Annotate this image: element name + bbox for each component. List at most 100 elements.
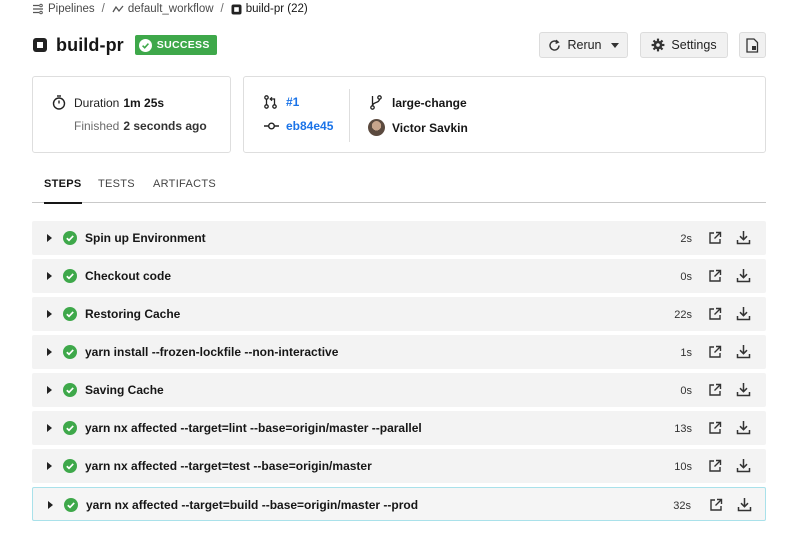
step-name: Checkout code [85,269,172,283]
step-row[interactable]: Spin up Environment 2s [32,221,766,255]
download-icon[interactable] [736,306,751,321]
commit-link[interactable]: eb84e45 [286,119,333,133]
refresh-icon [549,39,561,51]
breadcrumb-job-label: build-pr (22) [245,3,308,15]
step-duration: 1s [680,347,692,359]
duration-row: Duration 1m 25s [52,95,164,110]
breadcrumb-separator: / [220,3,224,15]
duration-value: 1m 25s [123,95,165,110]
step-duration: 22s [674,309,692,321]
timer-icon [52,95,66,110]
open-external-icon[interactable] [708,231,722,245]
step-row[interactable]: Saving Cache 0s [32,373,766,407]
settings-button[interactable]: Settings [640,32,728,58]
avatar [368,119,385,136]
expand-caret-icon[interactable] [47,310,52,318]
step-name: yarn nx affected --target=build --base=o… [86,498,419,512]
step-duration: 0s [680,385,692,397]
breadcrumb-separator: / [101,3,105,15]
download-icon[interactable] [736,420,751,435]
step-row[interactable]: yarn install --frozen-lockfile --non-int… [32,335,766,369]
download-icon[interactable] [736,344,751,359]
workflow-icon [112,5,124,13]
step-row[interactable]: yarn nx affected --target=test --base=or… [32,449,766,483]
open-external-icon[interactable] [708,269,722,283]
expand-caret-icon[interactable] [47,348,52,356]
duration-card: Duration 1m 25s Finished 2 seconds ago [32,76,231,153]
rerun-button-label: Rerun [567,38,602,52]
step-row[interactable]: yarn nx affected --target=lint --base=or… [32,411,766,445]
check-circle-icon [63,345,77,359]
page-header: build-pr SUCCESS [32,34,217,56]
check-circle-icon [63,459,77,473]
breadcrumb: Pipelines / default_workflow / build-pr … [32,1,308,17]
pull-request-icon [264,95,277,109]
gear-icon [652,38,665,52]
finished-value: 2 seconds ago [123,119,207,133]
pr-link[interactable]: #1 [286,95,299,109]
breadcrumb-pipelines[interactable]: Pipelines [32,3,95,15]
step-row[interactable]: Restoring Cache 22s [32,297,766,331]
duration-label: Duration [74,95,120,110]
step-name: Spin up Environment [85,231,206,245]
step-duration: 13s [674,423,692,435]
branch-icon [370,95,382,110]
check-circle-icon [63,269,77,283]
download-icon[interactable] [736,382,751,397]
branch-row: large-change [370,95,467,110]
commit-icon [264,122,279,130]
check-circle-icon [63,231,77,245]
status-badge-label: SUCCESS [156,39,210,51]
download-icon[interactable] [736,268,751,283]
open-external-icon[interactable] [708,307,722,321]
expand-caret-icon[interactable] [47,462,52,470]
download-icon[interactable] [737,497,752,512]
open-external-icon[interactable] [708,459,722,473]
open-external-icon[interactable] [708,421,722,435]
commit-row: eb84e45 [264,119,333,133]
tab-tests[interactable]: TESTS [98,175,135,203]
tab-artifacts[interactable]: ARTIFACTS [153,175,216,203]
tab-bar: STEPS TESTS ARTIFACTS [32,175,766,204]
check-circle-icon [63,383,77,397]
config-file-button[interactable] [739,32,766,58]
settings-button-label: Settings [671,38,717,52]
step-duration: 32s [673,500,691,512]
expand-caret-icon[interactable] [47,234,52,242]
pr-row: #1 [264,95,299,109]
step-row[interactable]: yarn nx affected --target=build --base=o… [32,487,766,521]
job-icon [33,38,47,52]
step-name: yarn install --frozen-lockfile --non-int… [85,345,339,359]
breadcrumb-workflow-label: default_workflow [127,3,214,15]
expand-caret-icon[interactable] [48,501,53,509]
step-duration: 0s [680,271,692,283]
step-name: yarn nx affected --target=test --base=or… [85,459,372,473]
check-circle-icon [63,421,77,435]
document-icon [746,37,759,53]
tab-steps[interactable]: STEPS [44,175,82,204]
commit-card: #1 eb84e45 large-change Victor Savkin [243,76,766,153]
open-external-icon[interactable] [708,345,722,359]
open-external-icon[interactable] [709,498,723,512]
step-name: Saving Cache [85,383,164,397]
step-row[interactable]: Checkout code 0s [32,259,766,293]
breadcrumb-pipelines-label: Pipelines [48,3,95,15]
chevron-down-icon [610,42,619,48]
author-name: Victor Savkin [392,120,468,135]
breadcrumb-job: build-pr (22) [231,3,308,15]
download-icon[interactable] [736,458,751,473]
card-divider [349,89,350,142]
expand-caret-icon[interactable] [47,272,52,280]
check-circle-icon [64,498,78,512]
step-duration: 2s [680,233,692,245]
download-icon[interactable] [736,230,751,245]
pipelines-icon [33,3,43,15]
open-external-icon[interactable] [708,383,722,397]
rerun-button[interactable]: Rerun [539,32,628,58]
expand-caret-icon[interactable] [47,424,52,432]
job-icon [231,4,242,14]
breadcrumb-workflow[interactable]: default_workflow [112,3,214,15]
finished-label: Finished [74,119,120,133]
expand-caret-icon[interactable] [47,386,52,394]
status-badge: SUCCESS [134,35,217,55]
